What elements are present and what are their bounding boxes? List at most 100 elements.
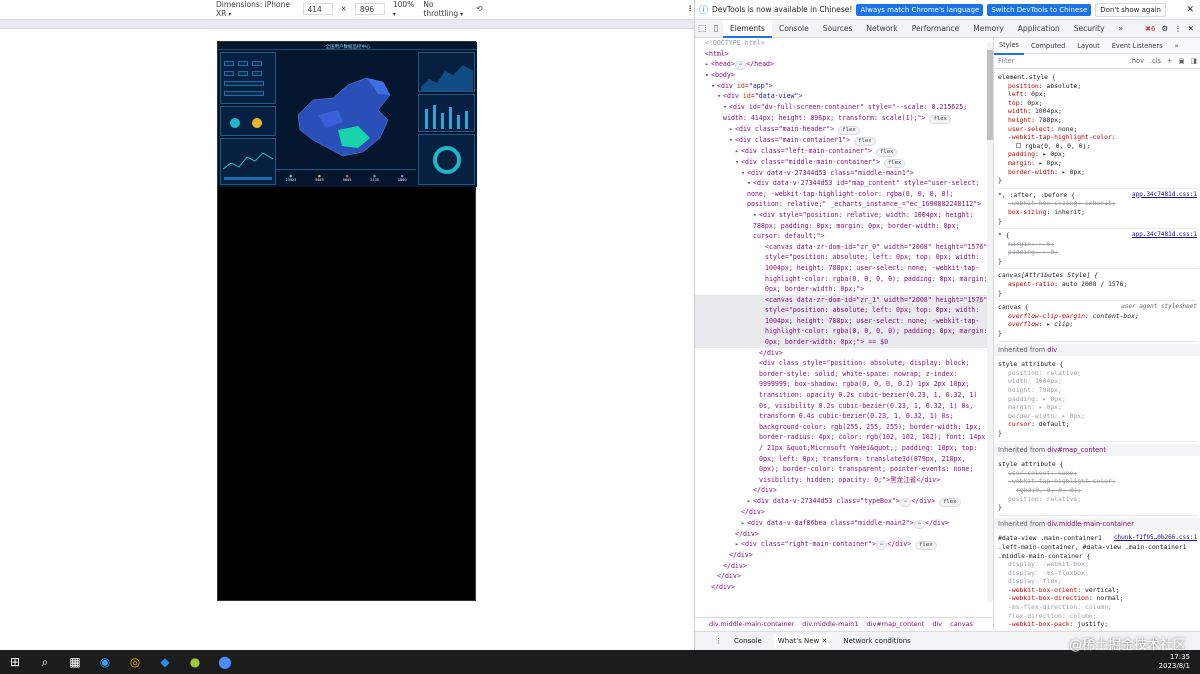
windows-start-icon[interactable]: ⊞ <box>0 650 30 674</box>
height-input[interactable]: 896 <box>354 2 385 15</box>
task-view-icon[interactable]: ▦ <box>60 650 90 674</box>
style-property[interactable]: -webkit-box-direction: normal; <box>998 594 1197 603</box>
style-property[interactable]: overflow-clip-margin: content-box; <box>998 312 1197 321</box>
tab-console[interactable]: Console <box>772 20 816 38</box>
style-property[interactable]: user-select: none; <box>998 469 1197 478</box>
throttling-select[interactable]: No throttling <box>423 0 468 18</box>
style-property[interactable]: box-sizing: inherit; <box>998 208 1197 217</box>
tree-node[interactable]: ▾ <div data-v-27344d53 id="map_content" s… <box>695 178 993 210</box>
cls-toggle[interactable]: .cls <box>1150 57 1161 65</box>
tree-node[interactable]: ▸ <div class="left-main-container"> flex <box>695 146 993 157</box>
vscode-icon[interactable]: ◆ <box>150 650 180 674</box>
style-property[interactable]: overflow: ▸ clip; <box>998 320 1197 329</box>
tree-node[interactable]: </div> <box>695 582 993 593</box>
style-property[interactable]: display: -webkit-box; <box>998 560 1197 569</box>
breadcrumb-item[interactable]: div <box>932 620 942 628</box>
style-property[interactable]: aspect-ratio: auto 2008 / 1576; <box>998 280 1197 289</box>
rotate-icon[interactable]: ⟲ <box>476 4 482 13</box>
style-property[interactable]: flex-direction: column; <box>998 612 1197 621</box>
rule-selector[interactable]: element.style { <box>998 73 1197 82</box>
issues-badge[interactable]: ✖6 <box>1145 25 1155 33</box>
tree-node[interactable]: ▾ <div data-v-27344d53 class="middle-main… <box>695 168 993 179</box>
rule-selector[interactable]: canvas[Attributes Style] { <box>998 271 1197 280</box>
style-property[interactable]: -webkit-tap-highlight-color: <box>998 477 1197 486</box>
style-property[interactable]: -webkit-tap-highlight-color: <box>998 133 1197 142</box>
tab-styles[interactable]: Styles <box>994 38 1024 55</box>
tree-node[interactable]: <div class style="position: absolute; di… <box>695 358 993 485</box>
style-property[interactable]: border-width: ▸ 0px; <box>998 412 1197 421</box>
style-property[interactable]: position: relative; <box>998 369 1197 378</box>
style-property[interactable]: position: relative; <box>998 495 1197 504</box>
style-property[interactable]: margin: ▸ 0px; <box>998 403 1197 412</box>
breadcrumb-item[interactable]: canvas <box>950 620 973 628</box>
tree-node[interactable]: </div> <box>695 485 993 496</box>
style-property[interactable]: cursor: default; <box>998 420 1197 429</box>
device-toggle-icon[interactable]: ▯ <box>709 24 723 34</box>
style-property[interactable]: width: 1004px; <box>998 377 1197 386</box>
tab-application[interactable]: Application <box>1011 20 1067 38</box>
styles-filter-input[interactable]: Filter <box>998 57 1124 65</box>
style-property[interactable]: width: 1004px; <box>998 107 1197 116</box>
selected-tree-node[interactable]: <canvas data-zr-dom-id="zr_1" width="200… <box>695 294 993 348</box>
tree-node[interactable]: </div> <box>695 550 993 561</box>
computed-toggle-icon[interactable]: ▣ <box>1179 57 1185 65</box>
tree-node[interactable]: ▾ <div id="app"> <box>695 81 993 92</box>
more-menu-icon[interactable]: ⋮ <box>1174 24 1182 33</box>
tree-node[interactable]: ▸ <div class="right-main-container"> ⋯ </di… <box>695 539 993 551</box>
device-select[interactable]: Dimensions: iPhone XR <box>216 0 295 18</box>
tab-event-listeners[interactable]: Event Listeners <box>1107 38 1168 54</box>
style-property[interactable]: top: 0px; <box>998 99 1197 108</box>
style-property[interactable]: user-select: none; <box>998 125 1197 134</box>
new-rule-button[interactable]: + <box>1167 57 1173 65</box>
style-property[interactable]: -webkit-box-sizing: inherit; <box>998 199 1197 208</box>
zoom-select[interactable]: 100% <box>393 0 416 18</box>
tree-node[interactable]: ▾ <div id="data-view"> <box>695 91 993 102</box>
rule-selector[interactable]: style attribute { <box>998 460 1197 469</box>
search-icon[interactable]: ⌕ <box>30 650 60 674</box>
tab-network[interactable]: Network <box>859 20 904 38</box>
system-clock[interactable]: 17:35 2023/8/1 <box>1159 653 1190 671</box>
tree-node[interactable]: </div> <box>695 348 993 359</box>
tree-node[interactable]: </div> <box>695 571 993 582</box>
more-options-icon[interactable]: ⋮ <box>687 4 695 13</box>
rule-source-link[interactable]: app.34c7481d.css:1 <box>1132 231 1197 240</box>
style-property[interactable]: height: 788px; <box>998 386 1197 395</box>
tab-computed[interactable]: Computed <box>1026 38 1070 54</box>
tree-node[interactable]: ▾ <div class="middle-main-container"> fle… <box>695 157 993 168</box>
more-style-tabs[interactable]: » <box>1170 38 1184 54</box>
style-property[interactable]: margin: ▸ 0; <box>998 240 1197 249</box>
hov-toggle[interactable]: :hov <box>1130 57 1144 65</box>
switch-to-chinese-button[interactable]: Switch DevTools to Chinese <box>987 3 1092 16</box>
dont-show-again-button[interactable]: Don't show again <box>1095 2 1166 17</box>
tree-node[interactable]: <canvas data-zr-dom-id="zr_0" width="200… <box>695 242 993 295</box>
drawer-tab-network-conditions[interactable]: Network conditions <box>843 637 910 645</box>
tree-node[interactable]: <html> <box>695 49 993 60</box>
sidebar-toggle-icon[interactable]: ◨ <box>1191 57 1197 65</box>
tree-node[interactable]: </div> <box>695 507 993 518</box>
drawer-tab-whats-new[interactable]: What's New ✕ <box>773 634 832 648</box>
rule-source-link[interactable]: chunk-f1f95…0b266.css:1 <box>1114 534 1197 543</box>
rule-source-link[interactable]: app.34c7481d.css:1 <box>1132 191 1197 200</box>
tree-node[interactable]: </div> <box>695 561 993 572</box>
style-property[interactable]: height: 788px; <box>998 116 1197 125</box>
inspect-icon[interactable]: ⬚ <box>695 24 709 34</box>
tree-node[interactable]: ▸ <div class="main-header"> flex <box>695 124 993 135</box>
tree-node[interactable]: ▾ <body> <box>695 70 993 81</box>
rule-selector[interactable]: style attribute { <box>998 360 1197 369</box>
drawer-tab-console[interactable]: Console <box>734 637 762 645</box>
tree-node[interactable]: ▾ <div class="main-container1"> flex <box>695 135 993 146</box>
style-property[interactable]: display: -ms-flexbox; <box>998 569 1197 578</box>
breadcrumb-item[interactable]: div.middle-main-container <box>709 620 794 628</box>
style-property[interactable]: rgba(0, 0, 0, 0); <box>998 142 1197 151</box>
style-property[interactable]: margin: ▸ 0px; <box>998 159 1197 168</box>
settings-gear-icon[interactable]: ⚙ <box>1161 24 1168 33</box>
width-input[interactable]: 414 <box>302 2 333 15</box>
tab-elements[interactable]: Elements <box>723 19 772 38</box>
tree-node[interactable]: ▸ <div data-v-27344d53 class="typeBox"> ⋯ <… <box>695 496 993 507</box>
tree-node[interactable]: </div> <box>695 529 993 540</box>
breadcrumb-item[interactable]: div#map_content <box>867 620 925 628</box>
tree-node[interactable]: ▾ <div style="position: relative; width: … <box>695 210 993 242</box>
breadcrumb-item[interactable]: div.middle-main1 <box>802 620 858 628</box>
map-app-icon[interactable]: ⬤ <box>210 650 240 674</box>
tree-node[interactable]: ▾ <div id="dv-full-screen-container" styl… <box>695 102 993 124</box>
